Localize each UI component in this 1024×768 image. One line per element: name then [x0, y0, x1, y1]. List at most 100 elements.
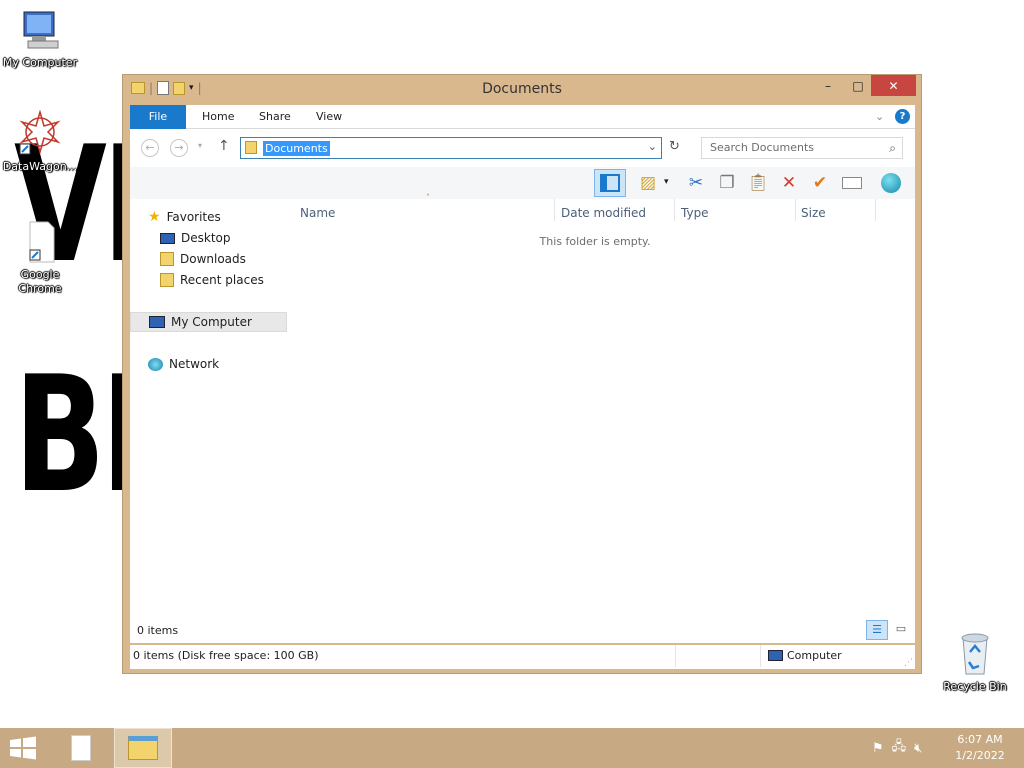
desktop-icon-label: DataWagon...: [2, 160, 78, 173]
status-divider: [760, 645, 761, 667]
properties-button[interactable]: ▨: [635, 171, 661, 195]
network-icon: [148, 357, 163, 371]
star-icon: ★: [148, 209, 161, 225]
column-divider: [674, 199, 675, 221]
command-toolbar: ▨ ▾ ✂ ❐ 📋︎ ✕ ✔: [130, 167, 915, 199]
column-header-name[interactable]: Name: [300, 206, 335, 220]
column-divider: [554, 199, 555, 221]
search-input[interactable]: Search Documents ⌕: [701, 137, 903, 159]
desktop-icon-datawagon[interactable]: DataWagon...: [0, 109, 80, 174]
datawagon-icon: [19, 109, 61, 155]
tab-share[interactable]: Share: [249, 105, 301, 129]
address-bar[interactable]: Documents ⌄: [240, 137, 662, 159]
search-icon: ⌕: [889, 141, 896, 155]
action-center-flag-icon[interactable]: ⚑: [872, 741, 884, 756]
item-count: 0 items: [137, 624, 179, 637]
help-icon[interactable]: ?: [895, 109, 910, 124]
nav-label: My Computer: [171, 315, 252, 329]
desktop-icon-label: My Computer: [2, 56, 78, 69]
empty-folder-message: This folder is empty.: [539, 235, 651, 248]
globe-icon: [881, 173, 901, 193]
back-button[interactable]: ←: [141, 139, 159, 157]
tab-file[interactable]: File: [130, 105, 186, 129]
nav-network[interactable]: Network: [148, 354, 219, 374]
resize-grip-icon[interactable]: ⋰: [904, 658, 913, 668]
start-button[interactable]: [8, 736, 40, 762]
column-header-size[interactable]: Size: [801, 206, 826, 220]
paste-button[interactable]: 📋︎: [745, 171, 771, 195]
globe-button[interactable]: [878, 171, 904, 195]
clock[interactable]: 6:07 AM 1/2/2022: [948, 732, 1012, 764]
large-icons-view-button[interactable]: ▭: [890, 620, 912, 640]
large-icons-view-icon: ▭: [895, 622, 907, 635]
minimize-button[interactable]: –: [813, 75, 843, 96]
copy-icon: ❐: [719, 173, 735, 193]
recycle-bin-icon: [961, 633, 989, 675]
cut-button[interactable]: ✂: [683, 171, 709, 195]
desktop-icon-label: Recycle Bin: [943, 680, 1007, 693]
recent-places-icon: [160, 273, 174, 287]
nav-label: Recent places: [180, 273, 264, 287]
chrome-shortcut-icon: [29, 221, 55, 263]
nav-desktop[interactable]: Desktop: [160, 228, 231, 248]
preview-pane-button[interactable]: [594, 169, 626, 197]
taskbar-file-explorer-button[interactable]: [114, 728, 172, 768]
close-button[interactable]: ✕: [871, 75, 916, 96]
chevron-down-icon[interactable]: ▾: [664, 177, 669, 187]
network-status-icon[interactable]: 🖧︎: [892, 737, 907, 759]
nav-label: Network: [169, 357, 220, 371]
file-list: ˄ Name Date modified Type Size This fold…: [295, 193, 915, 643]
title-bar[interactable]: | ▾ | Documents – □ ✕: [123, 75, 921, 105]
window-title: Documents: [482, 81, 562, 97]
navigation-pane: ★ Favorites Desktop Downloads Recent pla…: [130, 199, 288, 643]
rename-button[interactable]: ✔: [807, 171, 833, 195]
delete-button[interactable]: ✕: [776, 171, 802, 195]
explorer-window: | ▾ | Documents – □ ✕ File Home Share Vi…: [122, 74, 922, 674]
address-path[interactable]: Documents: [263, 141, 330, 156]
recent-locations-icon[interactable]: ▾: [198, 141, 202, 150]
address-row: ← → ▾ ↑ Documents ⌄ ↻ Search Documents ⌕: [130, 129, 915, 167]
maximize-button[interactable]: □: [843, 75, 873, 96]
desktop-icon-google-chrome[interactable]: Google Chrome: [0, 220, 80, 296]
column-header-type[interactable]: Type: [681, 206, 709, 220]
details-view-button[interactable]: ☰: [866, 620, 888, 640]
checklist-icon: ▨: [639, 173, 657, 193]
forward-button[interactable]: →: [170, 139, 188, 157]
nav-downloads[interactable]: Downloads: [160, 249, 246, 269]
file-explorer-icon: [128, 736, 158, 760]
status-bar: 0 items (Disk free space: 100 GB) Comput…: [130, 645, 915, 669]
system-tray: ⚑ 🖧︎ 🔇︎: [872, 728, 922, 768]
document-icon: [71, 735, 91, 761]
select-button[interactable]: [839, 171, 865, 195]
nav-my-computer[interactable]: My Computer: [130, 312, 287, 332]
checkmark-icon: ✔: [812, 173, 828, 193]
desktop-icon-recycle-bin[interactable]: Recycle Bin: [935, 630, 1015, 694]
nav-favorites[interactable]: ★ Favorites: [148, 207, 221, 227]
downloads-folder-icon: [160, 252, 174, 266]
rename-icon: [842, 177, 862, 189]
search-placeholder: Search Documents: [710, 141, 815, 154]
clock-date: 1/2/2022: [955, 749, 1005, 762]
volume-muted-icon[interactable]: 🔇︎: [914, 741, 922, 756]
copy-button[interactable]: ❐: [714, 171, 740, 195]
ribbon-tabs: File Home Share View ⌄ ?: [130, 105, 915, 129]
column-header-date-modified[interactable]: Date modified: [561, 206, 646, 220]
tab-view[interactable]: View: [306, 105, 352, 129]
refresh-icon[interactable]: ↻: [669, 139, 680, 154]
chevron-down-icon[interactable]: ⌄: [648, 140, 657, 153]
chevron-down-icon[interactable]: ⌄: [875, 110, 884, 123]
up-arrow-icon[interactable]: ↑: [218, 138, 230, 154]
desktop-icon-my-computer[interactable]: My Computer: [0, 10, 80, 70]
preview-pane-icon: [600, 174, 620, 192]
taskbar-notepad-button[interactable]: [60, 728, 102, 768]
details-view-icon: ☰: [872, 623, 882, 636]
nav-recent-places[interactable]: Recent places: [160, 270, 264, 290]
sort-arrow-icon: ˄: [426, 193, 430, 202]
column-divider: [795, 199, 796, 221]
tab-home[interactable]: Home: [192, 105, 244, 129]
clock-time: 6:07 AM: [957, 733, 1003, 746]
nav-label: Favorites: [166, 210, 221, 224]
windows-logo-icon: [10, 736, 36, 760]
desktop-icon-label: Google Chrome: [18, 268, 62, 295]
clipboard-icon: 📋︎: [747, 173, 769, 193]
